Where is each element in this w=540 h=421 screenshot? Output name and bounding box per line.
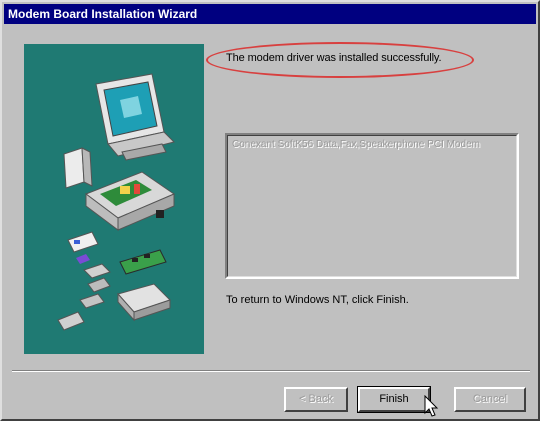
device-listbox[interactable]: Conexant SoftK56 Data,Fax,Speakerphone P… xyxy=(225,133,519,279)
title-bar[interactable]: Modem Board Installation Wizard xyxy=(4,4,536,24)
device-list-item: Conexant SoftK56 Data,Fax,Speakerphone P… xyxy=(232,139,480,150)
cancel-button[interactable]: Cancel xyxy=(454,387,526,412)
window-title: Modem Board Installation Wizard xyxy=(8,7,198,21)
finish-instructions: To return to Windows NT, click Finish. xyxy=(226,294,409,306)
modem-card-icon xyxy=(67,231,99,264)
back-button[interactable]: < Back xyxy=(284,387,348,412)
arrow-cursor-icon xyxy=(424,395,439,417)
wizard-window: Modem Board Installation Wizard The mode… xyxy=(0,0,540,421)
circuit-board-icon xyxy=(119,249,167,275)
wizard-illustration xyxy=(24,44,204,354)
monitor-icon xyxy=(95,73,175,161)
speaker-icon xyxy=(63,147,93,189)
finish-button[interactable]: Finish xyxy=(357,386,431,413)
computer-hardware-illustration xyxy=(57,73,176,331)
component-icon xyxy=(57,293,105,331)
button-separator xyxy=(12,370,530,372)
success-message: The modem driver was installed successfu… xyxy=(226,52,442,64)
disk-drive-icon xyxy=(117,283,171,322)
computer-case-icon xyxy=(84,171,176,231)
chip-icon xyxy=(83,263,111,293)
